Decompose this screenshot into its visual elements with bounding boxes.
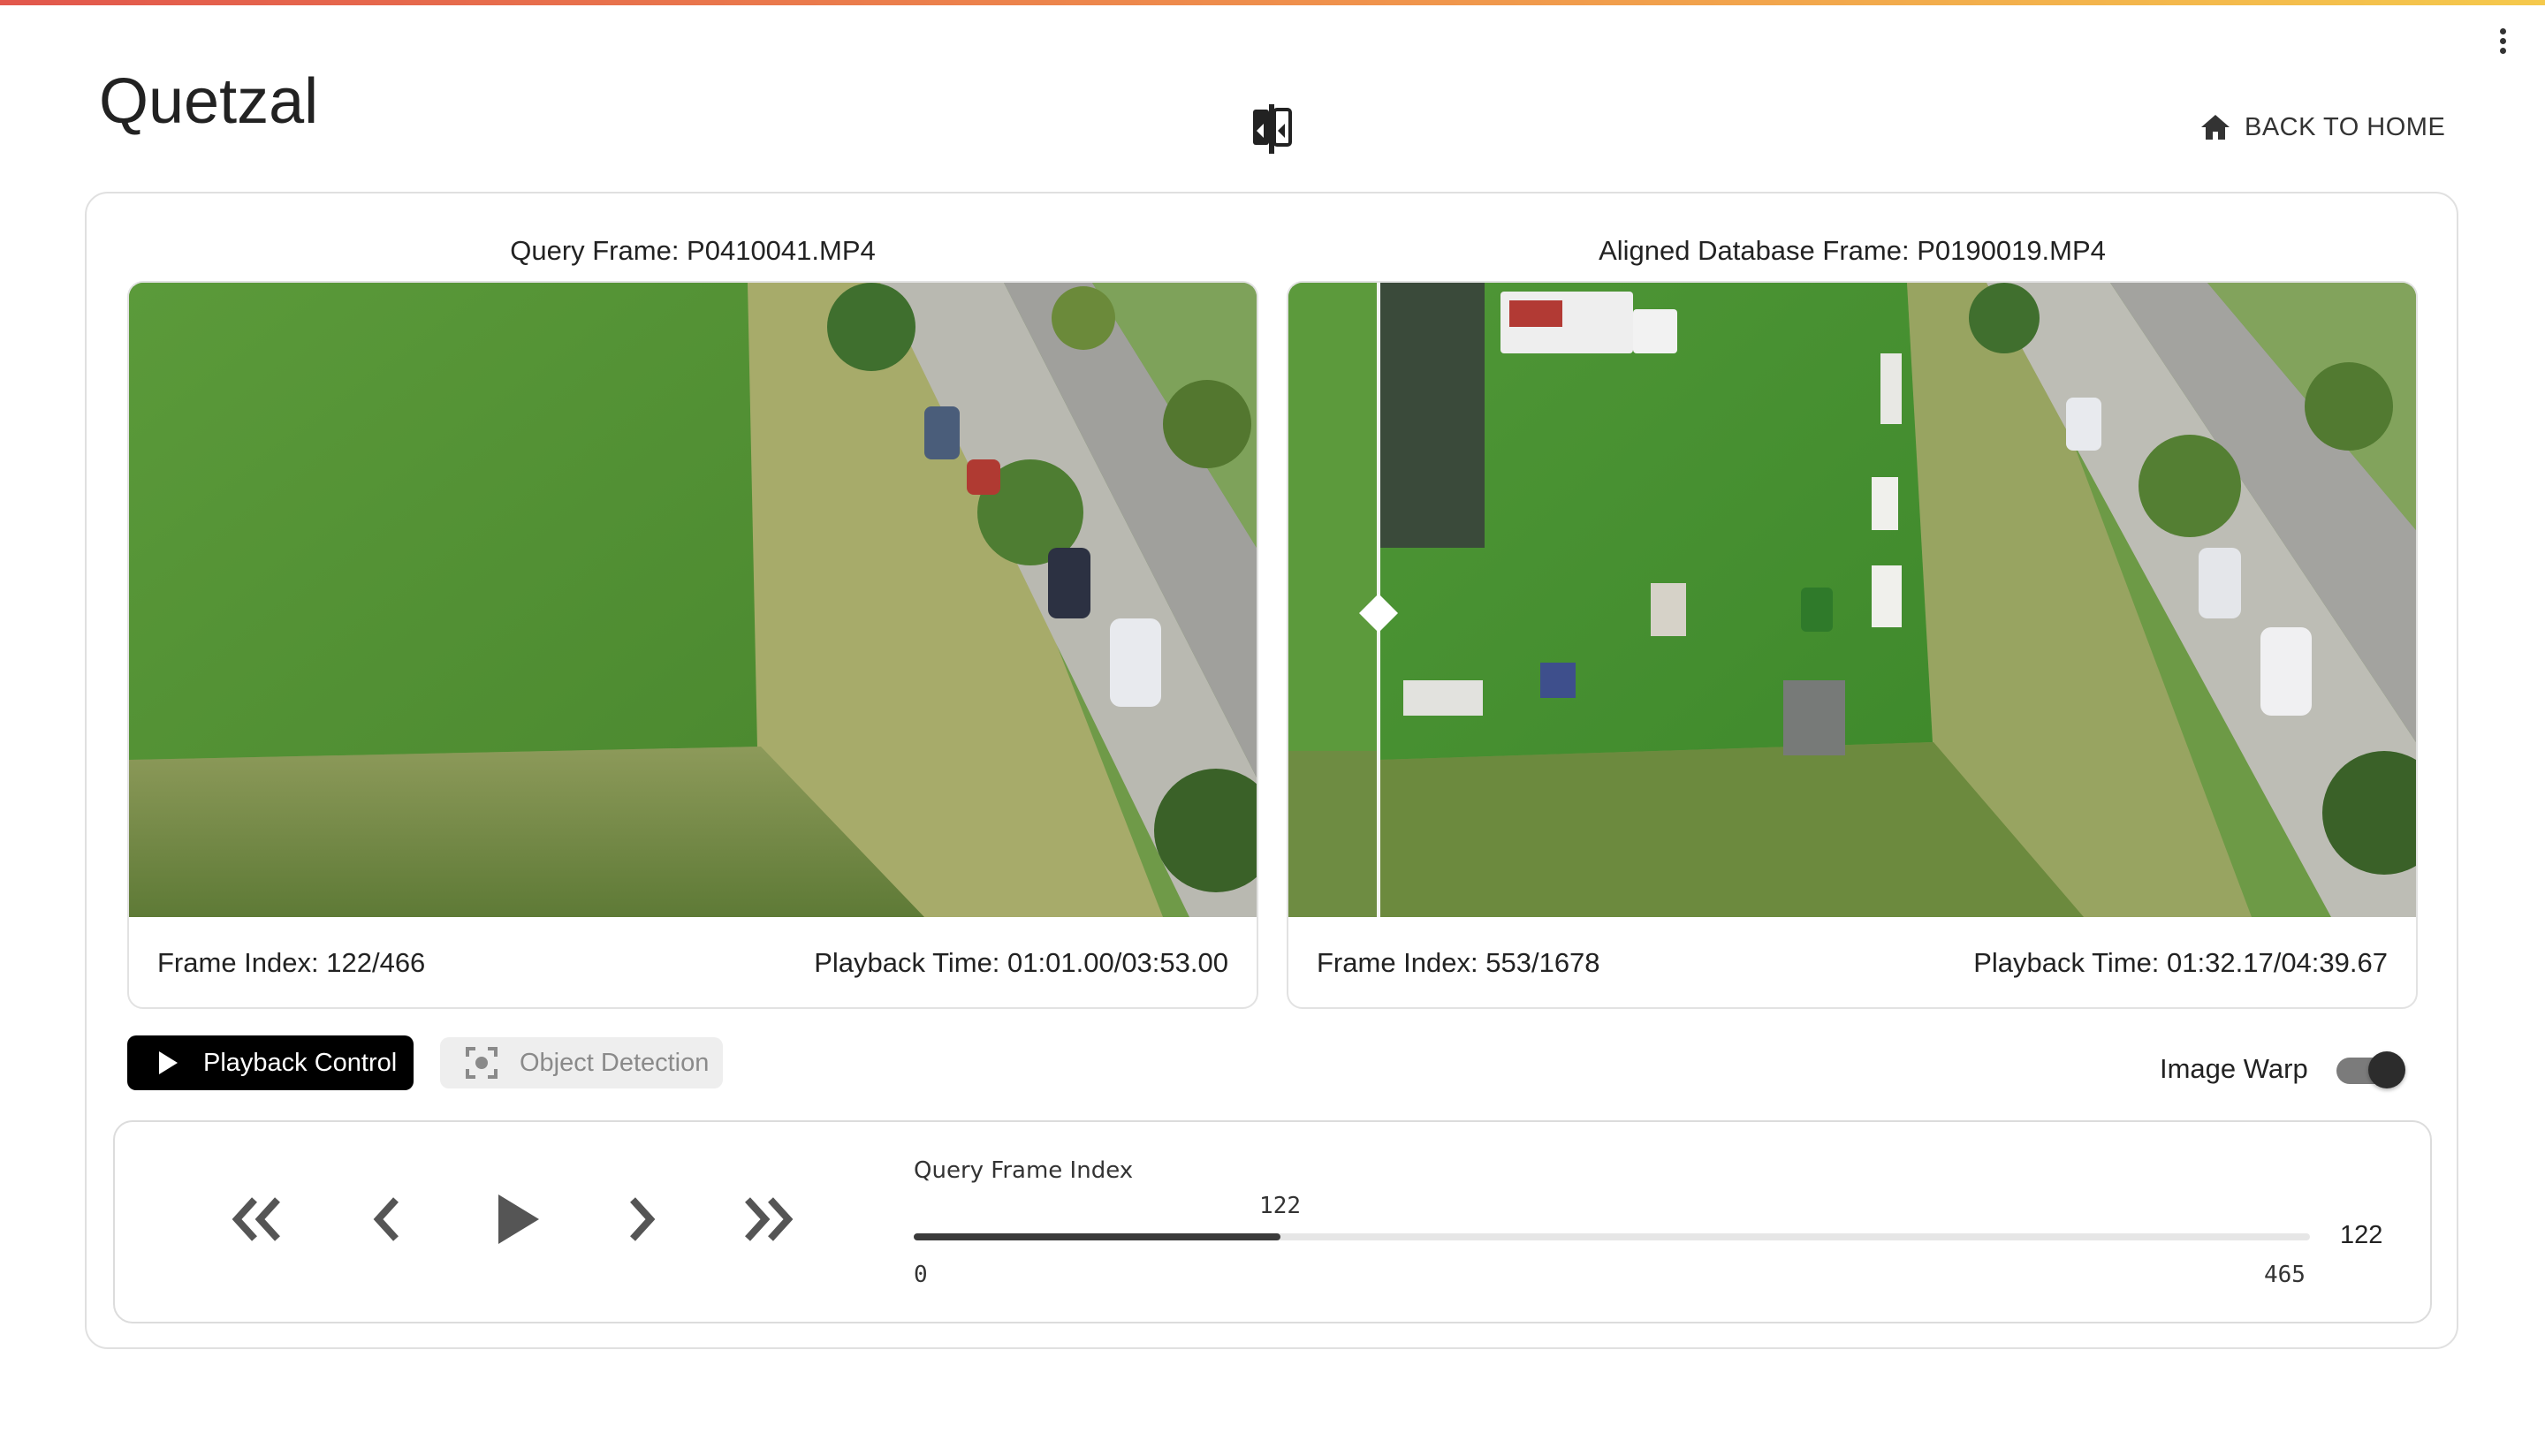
play-icon <box>159 1051 178 1074</box>
query-frame-caption: Query Frame: P0410041.MP4 <box>510 235 876 266</box>
slider-label: Query Frame Index <box>914 1157 1134 1184</box>
tab-playback-control-label: Playback Control <box>203 1048 398 1077</box>
slider-value-display: 122 <box>2340 1221 2383 1249</box>
database-frame-image <box>1288 283 2416 917</box>
toggle-thumb <box>2368 1051 2405 1088</box>
database-frame-card: Frame Index: 553/1678 Playback Time: 01:… <box>1287 281 2418 1009</box>
tab-object-detection-label: Object Detection <box>520 1048 710 1077</box>
center-focus-icon <box>466 1047 498 1079</box>
back-to-home-label: BACK TO HOME <box>2245 112 2446 141</box>
query-playback-time: Playback Time: 01:01.00/03:53.00 <box>814 947 1228 978</box>
database-frame-info: Frame Index: 553/1678 Playback Time: 01:… <box>1288 917 2416 1007</box>
query-frame-card: Frame Index: 122/466 Playback Time: 01:0… <box>127 281 1258 1009</box>
play-button[interactable] <box>495 1193 541 1250</box>
database-frame-index: Frame Index: 553/1678 <box>1317 947 1600 978</box>
double-chevron-right-icon[interactable] <box>741 1194 797 1248</box>
query-frame-index: Frame Index: 122/466 <box>157 947 426 978</box>
query-frame-info: Frame Index: 122/466 Playback Time: 01:0… <box>129 917 1257 1007</box>
home-icon <box>2201 115 2230 140</box>
image-warp-toggle[interactable] <box>2335 1050 2405 1090</box>
back-to-home-link[interactable]: BACK TO HOME <box>2200 110 2445 145</box>
play-icon <box>498 1194 539 1244</box>
compare-swap-icon[interactable] <box>1250 104 1294 154</box>
double-chevron-left-icon[interactable] <box>228 1194 285 1248</box>
database-playback-time: Playback Time: 01:32.17/04:39.67 <box>1973 947 2388 978</box>
slider-current-value: 122 <box>1259 1193 1302 1219</box>
slider-handle[interactable] <box>1266 1223 1295 1251</box>
chevron-right-icon[interactable] <box>624 1194 659 1248</box>
slider-min-label: 0 <box>914 1262 928 1288</box>
tab-playback-control[interactable]: Playback Control <box>127 1035 414 1090</box>
top-accent-bar <box>0 0 2545 5</box>
app-title: Quetzal <box>99 66 319 137</box>
database-frame-caption: Aligned Database Frame: P0190019.MP4 <box>1599 235 2106 266</box>
slider-fill <box>914 1233 1280 1240</box>
tab-object-detection[interactable]: Object Detection <box>440 1037 723 1088</box>
query-frame-image <box>129 283 1257 917</box>
more-vert-icon[interactable] <box>2492 28 2513 64</box>
playback-control-panel <box>113 1120 2432 1323</box>
slider-max-label: 465 <box>2264 1262 2306 1288</box>
image-warp-label: Image Warp <box>2160 1053 2308 1084</box>
chevron-left-icon[interactable] <box>369 1194 405 1248</box>
